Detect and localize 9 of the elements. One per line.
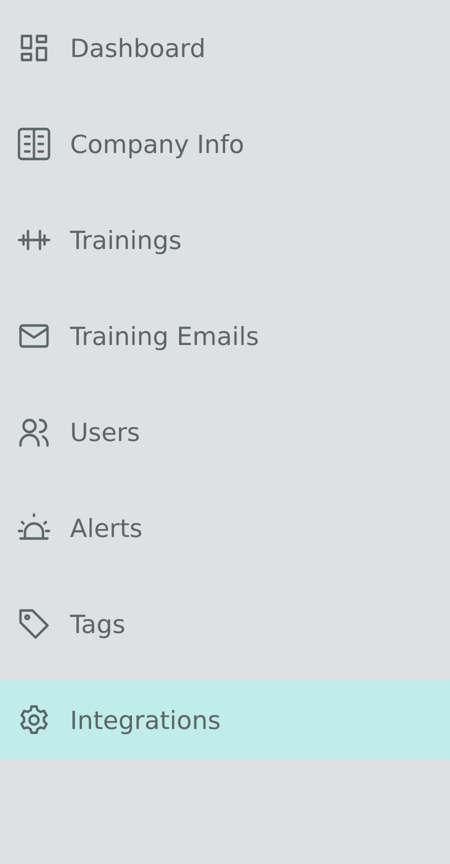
sidebar-item[interactable]: Tags [0, 584, 450, 664]
sidebar-item[interactable]: Trainings [0, 200, 450, 280]
building-icon [16, 126, 52, 162]
sidebar-item[interactable]: Integrations [0, 680, 450, 760]
sidebar-item[interactable]: Company Info [0, 104, 450, 184]
sidebar-item[interactable]: Users [0, 392, 450, 472]
sidebar-item[interactable]: Training Emails [0, 296, 450, 376]
sidebar-item[interactable]: Alerts [0, 488, 450, 568]
sidebar-item[interactable]: Dashboard [0, 8, 450, 88]
